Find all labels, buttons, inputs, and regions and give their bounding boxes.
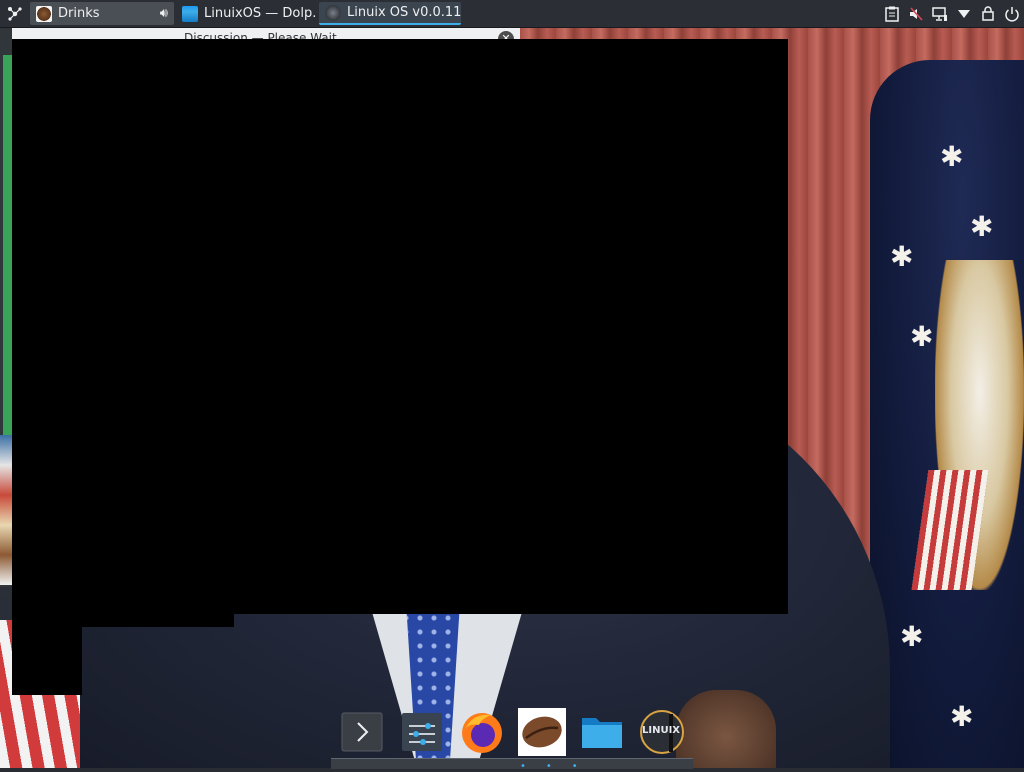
- task-label: Linuix OS v0.0.11: [347, 5, 461, 20]
- clipboard-icon[interactable]: [880, 0, 904, 27]
- dock-indicator: •••: [520, 761, 598, 772]
- system-tray: [880, 0, 1024, 27]
- background-window-thumbnails: [0, 435, 12, 585]
- dock-file-manager[interactable]: [578, 708, 626, 756]
- top-panel: Drinks 🔊︎ LinuixOS — Dolp... Linuix OS v…: [0, 0, 1024, 28]
- dock-drinks[interactable]: [518, 708, 566, 756]
- lock-icon[interactable]: [976, 0, 1000, 27]
- task-dolphin[interactable]: LinuixOS — Dolp...: [176, 2, 317, 25]
- chevron-right-icon: [341, 712, 383, 752]
- blackout-overlay-tail: [12, 627, 82, 695]
- dock-expand-button[interactable]: [338, 708, 386, 756]
- chevron-down-icon[interactable]: [952, 0, 976, 27]
- dock-linuix-os[interactable]: LINUIX: [638, 708, 686, 756]
- background-window-content: [3, 55, 12, 435]
- linuix-logo-icon: [325, 4, 341, 21]
- task-linuix-os[interactable]: Linuix OS v0.0.11: [319, 2, 461, 25]
- wallpaper-hand: [676, 690, 776, 768]
- settings-sliders-icon: [402, 713, 442, 751]
- volume-muted-icon[interactable]: [904, 0, 928, 27]
- task-label: Drinks: [58, 6, 100, 21]
- blackout-overlay-lower: [12, 614, 234, 627]
- folder-icon: [182, 5, 198, 22]
- app-launcher-icon[interactable]: [4, 3, 26, 25]
- dock-firefox[interactable]: [458, 708, 506, 756]
- blackout-overlay: [12, 39, 788, 614]
- coffee-bean-icon: [36, 5, 52, 22]
- dock-system-settings[interactable]: [398, 708, 446, 756]
- power-icon[interactable]: [1000, 0, 1024, 27]
- network-icon[interactable]: [928, 0, 952, 27]
- coffee-bean-icon: [518, 708, 566, 756]
- linuix-logo-text: LINUIX: [642, 725, 681, 736]
- task-label: LinuixOS — Dolp...: [204, 6, 317, 21]
- speaker-icon[interactable]: 🔊︎: [160, 6, 168, 21]
- dock-bar: [331, 758, 693, 769]
- task-drinks[interactable]: Drinks 🔊︎: [30, 2, 174, 25]
- firefox-icon: [462, 713, 502, 753]
- folder-icon: [582, 718, 622, 748]
